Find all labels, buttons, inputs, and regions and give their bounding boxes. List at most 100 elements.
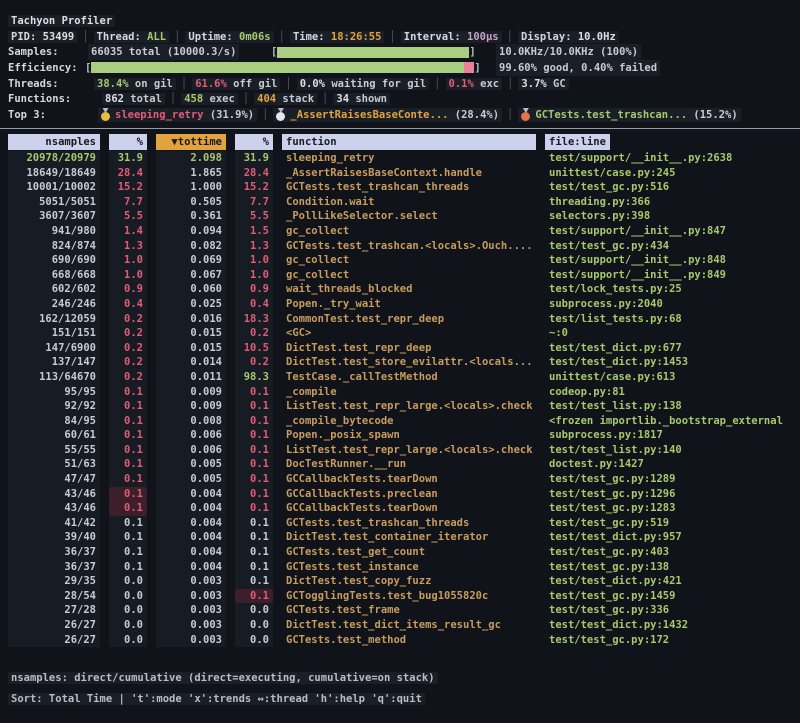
cell-direct-pct: 0.1 — [109, 530, 147, 545]
cell-nsamples: 824/874 — [8, 239, 100, 254]
table-row[interactable]: 36/370.10.0040.1GCTests.test_instancetes… — [8, 560, 792, 575]
status-line: PID: 53499 │ Thread: ALL │ Uptime: 0m06s… — [8, 29, 800, 45]
samples-bar-track — [277, 47, 469, 58]
uptime-stat: Uptime: 0m06s — [185, 31, 273, 43]
table-row[interactable]: 28/540.00.0030.1GCTogglingTests.test_bug… — [8, 589, 792, 604]
cell-tottime: 1.865 — [156, 166, 226, 181]
thread-stat[interactable]: Thread: ALL — [94, 31, 170, 43]
table-row[interactable]: 137/1470.20.0140.2DictTest.test_store_ev… — [8, 355, 792, 370]
table-row[interactable]: 602/6020.90.0600.9wait_threads_blockedte… — [8, 282, 792, 297]
cell-nsamples: 5051/5051 — [8, 195, 100, 210]
cell-function: Popen._posix_spawn — [282, 428, 536, 443]
cell-nsamples: 602/602 — [8, 282, 100, 297]
table-row[interactable]: 151/1510.20.0150.2<GC>~:0 — [8, 326, 792, 341]
table-row[interactable]: 27/280.00.0030.0GCTests.test_frametest/t… — [8, 603, 792, 618]
samples-line: Samples: 66035 total (10000.3/s) [] 10.0… — [8, 44, 800, 60]
column-header-tottime-sorted[interactable]: ▼tottime — [156, 134, 226, 150]
samples-total: 66035 total (10000.3/s) — [88, 44, 239, 60]
separator: │ — [280, 78, 296, 90]
cell-file-line: test/test_gc.py:519 — [545, 516, 792, 531]
cell-function: DictTest.test_repr_deep — [282, 341, 536, 356]
table-row[interactable]: 162/120590.20.01618.3CommonTest.test_rep… — [8, 312, 792, 327]
cell-tottime: 0.016 — [156, 312, 226, 327]
separator: │ — [165, 93, 181, 105]
table-row[interactable]: 41/420.10.0040.1GCTests.test_trashcan_th… — [8, 516, 792, 531]
cell-nsamples: 668/668 — [8, 268, 100, 283]
functions-items: 862 total│458 exec│404 stack│34 shown — [102, 91, 390, 107]
cell-tottime: 0.060 — [156, 282, 226, 297]
stat-label: waiting for gil — [325, 78, 426, 90]
cell-direct-pct: 1.0 — [109, 268, 147, 283]
separator: │ — [384, 31, 400, 43]
medal-disc — [521, 112, 530, 121]
table-row[interactable]: 36/370.10.0040.1GCTests.test_get_countte… — [8, 545, 792, 560]
top3-function-name: sleeping_retry — [115, 109, 204, 121]
cell-cumulative-pct: 0.1 — [235, 501, 273, 516]
cell-file-line: test/support/__init__.py:849 — [545, 268, 792, 283]
table-row[interactable]: 95/950.10.0090.1_compilecodeop.py:81 — [8, 385, 792, 400]
table-row[interactable]: 55/550.10.0060.1ListTest.test_repr_large… — [8, 443, 792, 458]
table-row[interactable]: 246/2460.40.0250.4Popen._try_waitsubproc… — [8, 297, 792, 312]
separator: │ — [77, 31, 93, 43]
table-row[interactable]: 690/6901.00.0691.0gc_collecttest/support… — [8, 253, 792, 268]
table-row[interactable]: 941/9801.40.0941.5gc_collecttest/support… — [8, 224, 792, 239]
table-row[interactable]: 29/350.00.0030.1DictTest.test_copy_fuzzt… — [8, 574, 792, 589]
cell-file-line: codeop.py:81 — [545, 385, 792, 400]
pid-value: 53499 — [43, 31, 75, 43]
stat-label: shown — [349, 93, 387, 105]
cell-direct-pct: 0.2 — [109, 341, 147, 356]
stat-item: 458 exec — [181, 93, 238, 105]
stat-item: 34 shown — [333, 93, 390, 105]
column-header-direct-pct[interactable]: % — [109, 134, 147, 150]
table-row[interactable]: 60/610.10.0060.1Popen._posix_spawnsubpro… — [8, 428, 792, 443]
cell-nsamples: 26/27 — [8, 618, 100, 633]
stat-value: 0.0% — [300, 78, 325, 90]
table-row[interactable]: 824/8741.30.0821.3GCTests.test_trashcan.… — [8, 239, 792, 254]
table-row[interactable]: 18649/1864928.41.86528.4_AssertRaisesBas… — [8, 166, 792, 181]
column-header-file-line[interactable]: file:line — [545, 134, 610, 150]
cell-direct-pct: 0.0 — [109, 603, 147, 618]
table-row[interactable]: 5051/50517.70.5057.7Condition.waitthread… — [8, 195, 792, 210]
cell-nsamples: 26/27 — [8, 633, 100, 648]
cell-function: wait_threads_blocked — [282, 282, 536, 297]
stat-label: off gil — [227, 78, 278, 90]
cell-cumulative-pct: 0.1 — [235, 472, 273, 487]
table-row[interactable]: 26/270.00.0030.0DictTest.test_dict_items… — [8, 618, 792, 633]
cell-function: DictTest.test_dict_items_result_gc — [282, 618, 536, 633]
functions-line: Functions: 862 total│458 exec│404 stack│… — [8, 91, 800, 107]
table-row[interactable]: 26/270.00.0030.0GCTests.test_methodtest/… — [8, 633, 792, 648]
table-row[interactable]: 39/400.10.0040.1DictTest.test_container_… — [8, 530, 792, 545]
interval-stat: Interval: 100µs — [401, 31, 502, 43]
table-row[interactable]: 92/920.10.0090.1ListTest.test_repr_large… — [8, 399, 792, 414]
cell-direct-pct: 0.2 — [109, 312, 147, 327]
table-row[interactable]: 47/470.10.0050.1GCCallbackTests.tearDown… — [8, 472, 792, 487]
table-row[interactable]: 43/460.10.0040.1GCCallbackTests.preclean… — [8, 487, 792, 502]
cell-cumulative-pct: 0.0 — [235, 633, 273, 648]
table-row[interactable]: 84/950.10.0080.1_compile_bytecode<frozen… — [8, 414, 792, 429]
cell-cumulative-pct: 0.0 — [235, 603, 273, 618]
table-row[interactable]: 51/630.10.0050.1DocTestRunner.__rundocte… — [8, 457, 792, 472]
table-row[interactable]: 20978/2097931.92.09831.9sleeping_retryte… — [8, 151, 792, 166]
samples-bar-fill — [277, 47, 469, 58]
cell-direct-pct: 0.1 — [109, 472, 147, 487]
table-row[interactable]: 668/6681.00.0671.0gc_collecttest/support… — [8, 268, 792, 283]
cell-direct-pct: 0.1 — [109, 457, 147, 472]
table-row[interactable]: 10001/1000215.21.00015.2GCTests.test_tra… — [8, 180, 792, 195]
cell-function: gc_collect — [282, 268, 536, 283]
column-header-function[interactable]: function — [282, 134, 536, 150]
top3-item: _AssertRaisesBaseConte... (28.4%) — [273, 108, 502, 122]
stat-item: 0.0% waiting for gil — [297, 78, 429, 90]
stat-item: 0.1% exc — [446, 78, 503, 90]
cell-nsamples: 690/690 — [8, 253, 100, 268]
table-row[interactable]: 147/69000.20.01510.5DictTest.test_repr_d… — [8, 341, 792, 356]
cell-file-line: test/test_gc.py:1296 — [545, 487, 792, 502]
column-header-nsamples[interactable]: nsamples — [8, 134, 100, 150]
table-row[interactable]: 3607/36075.50.3615.5_PollLikeSelector.se… — [8, 209, 792, 224]
cell-nsamples: 18649/18649 — [8, 166, 100, 181]
table-row[interactable]: 43/460.10.0040.1GCCallbackTests.tearDown… — [8, 501, 792, 516]
separator: │ — [176, 78, 192, 90]
column-header-cumulative-pct[interactable]: % — [235, 134, 273, 150]
cell-nsamples: 39/40 — [8, 530, 100, 545]
table-row[interactable]: 113/646700.20.01198.3TestCase._callTestM… — [8, 370, 792, 385]
cell-file-line: test/test_dict.py:421 — [545, 574, 792, 589]
